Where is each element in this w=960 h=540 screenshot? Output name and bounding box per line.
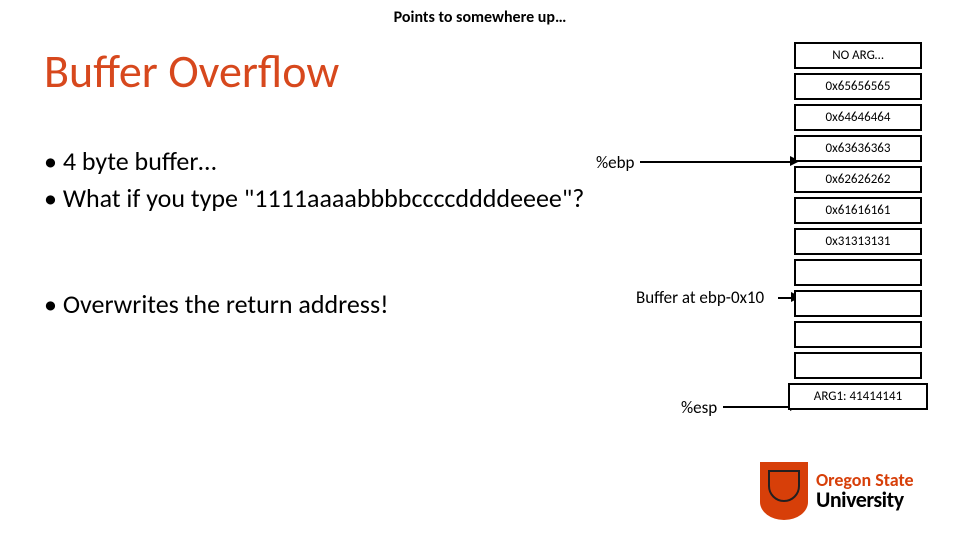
stack-cell [794, 321, 922, 348]
stack-cell: 0x65656565 [794, 73, 922, 100]
osu-logo: Oregon State University [760, 462, 930, 520]
stack-cell: 0x63636363 [794, 135, 922, 162]
stack-cell: 0x64646464 [794, 104, 922, 131]
ebp-label: %ebp [596, 152, 634, 173]
bullet-2: • What if you type "1111aaaabbbbccccdddd… [44, 182, 604, 215]
stack-cell [794, 290, 922, 317]
ebp-arrow-line [640, 161, 793, 163]
esp-label: %esp [681, 397, 717, 418]
stack-cell: 0x61616161 [794, 197, 922, 224]
bullet-1: • 4 byte buffer… [44, 145, 604, 178]
stack-cell: 0x31313131 [794, 228, 922, 255]
stack-diagram: NO ARG… 0x65656565 0x64646464 0x63636363… [794, 42, 922, 414]
osu-crest-icon [760, 462, 808, 520]
bullet-3: • Overwrites the return address! [44, 288, 389, 321]
esp-arrow-line [723, 406, 793, 408]
stack-cell: 0x62626262 [794, 166, 922, 193]
stack-cell [794, 259, 922, 286]
osu-logo-text: Oregon State University [808, 462, 930, 520]
stack-cell-arg1: ARG1: 41414141 [788, 383, 928, 410]
stack-cell [794, 352, 922, 379]
top-hint: Points to somewhere up… [0, 8, 960, 27]
stack-cell: NO ARG… [794, 42, 922, 69]
bullet-group-2: • Overwrites the return address! [44, 262, 389, 347]
osu-logo-line2: University [816, 489, 930, 511]
bullet-group-1: • 4 byte buffer… • What if you type "111… [44, 145, 604, 218]
buffer-label: Buffer at ebp-0x10 [636, 287, 764, 308]
slide-title: Buffer Overflow [44, 44, 339, 100]
